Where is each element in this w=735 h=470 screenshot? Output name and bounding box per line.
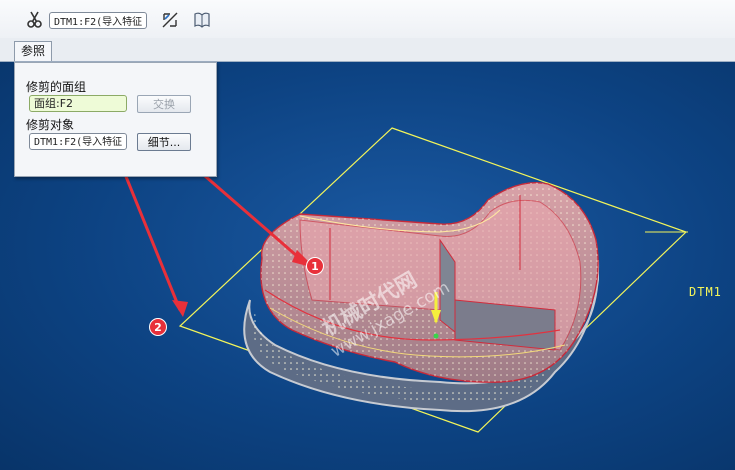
scissors-icon[interactable] [26, 11, 44, 29]
flip-direction-icon[interactable] [161, 11, 179, 29]
trimming-object-label: 修剪对象 [26, 118, 75, 132]
dashboard-tabstrip: 参照 [0, 38, 735, 62]
trimming-object-field[interactable]: DTM1:F2(导入特征 [49, 12, 147, 29]
trimming-object-text: DTM1:F2(导入特征 [54, 17, 143, 28]
tab-references[interactable]: 参照 [14, 41, 53, 61]
trimmed-quilt-collector[interactable]: 面组:F2 [29, 95, 127, 112]
trimming-object-collector[interactable]: DTM1:F2(导入特征 [29, 133, 127, 150]
references-panel: 修剪的面组 面组:F2 交换 修剪对象 DTM1:F2(导入特征 细节... [14, 62, 217, 177]
callout-badge-2: 2 [149, 318, 167, 336]
swap-button[interactable]: 交换 [137, 95, 191, 113]
datum-plane-label: DTM1 [689, 285, 722, 299]
details-button[interactable]: 细节... [137, 133, 191, 151]
dashboard-toolbar: DTM1:F2(导入特征 [0, 0, 735, 39]
trimmed-quilt-label: 修剪的面组 [26, 80, 87, 94]
book-icon[interactable] [193, 11, 211, 29]
trimming-object-value: DTM1:F2(导入特征 [34, 137, 123, 148]
app-window: DTM1:F2(导入特征 参照 DTM1 机械时代网 www.jxage.com… [0, 0, 735, 470]
trimmed-quilt-value: 面组:F2 [34, 97, 74, 110]
callout-badge-1: 1 [306, 257, 324, 275]
